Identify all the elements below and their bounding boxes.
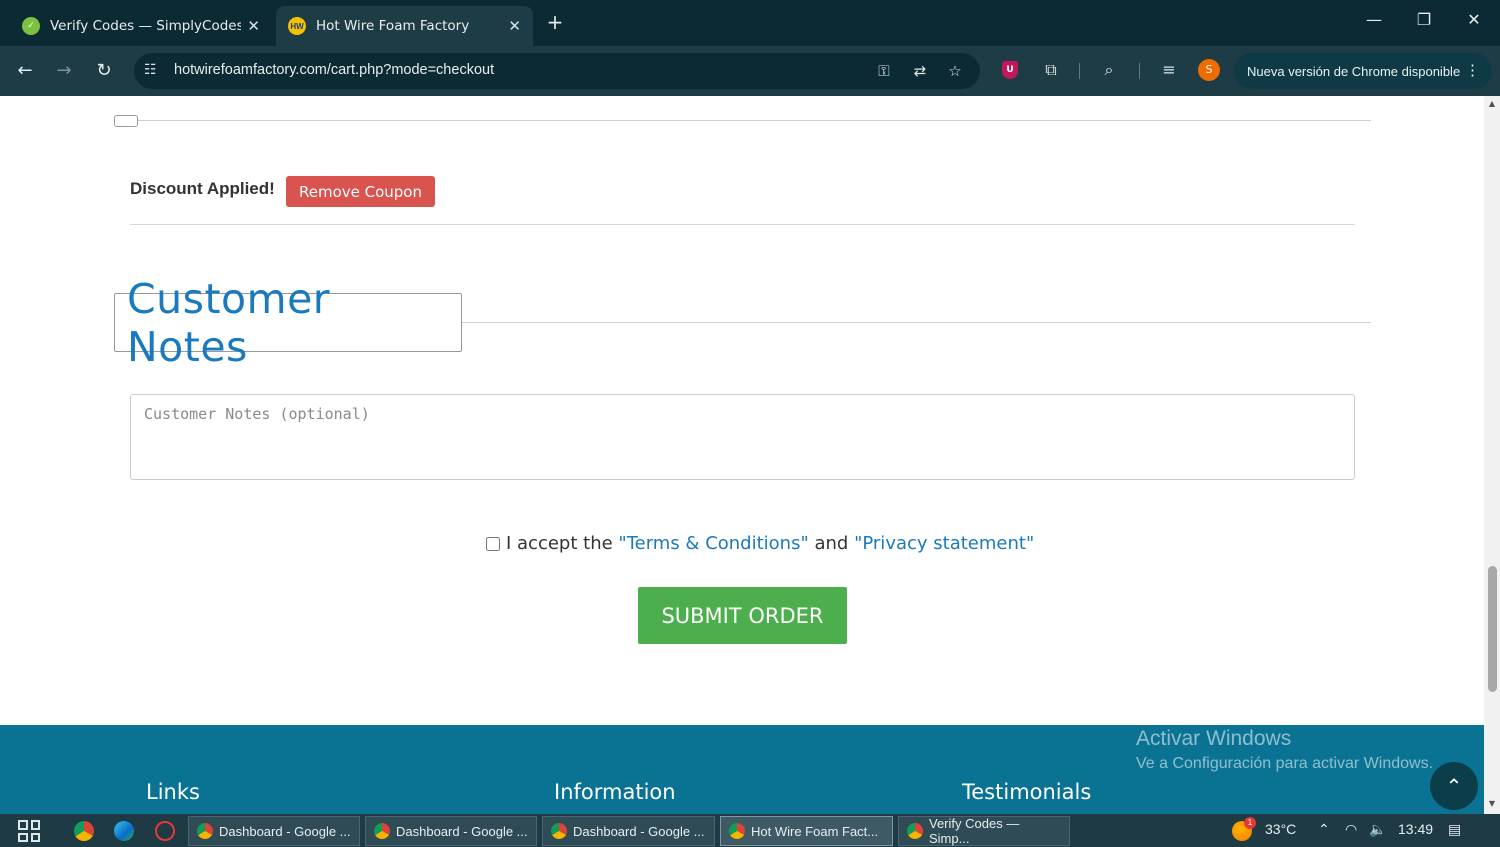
footer-links-heading: Links <box>146 780 200 804</box>
extensions-puzzle-icon[interactable]: ⧉ <box>1040 60 1062 80</box>
close-tab-icon[interactable]: ✕ <box>247 17 260 35</box>
taskbar-app-label: Hot Wire Foam Fact... <box>751 823 879 839</box>
discount-applied-label: Discount Applied! <box>130 179 275 198</box>
forward-arrow-icon[interactable]: → <box>51 58 77 84</box>
address-bar[interactable]: ☷ hotwirefoamfactory.com/cart.php?mode=c… <box>134 53 980 89</box>
toolbar-separator <box>1079 63 1080 79</box>
collapsed-legend-box <box>114 115 138 127</box>
chrome-icon <box>907 823 923 839</box>
close-window-icon[interactable]: ✕ <box>1460 10 1488 29</box>
password-key-icon[interactable]: ⚿ <box>874 62 894 80</box>
discount-divider <box>130 224 1355 225</box>
tab-verify-codes[interactable]: ✓ Verify Codes — SimplyCodes ✕ <box>10 6 272 46</box>
windows-activation-watermark: Activar Windows Ve a Configuración para … <box>1136 727 1433 773</box>
clock-time[interactable]: 13:49 <box>1398 821 1433 837</box>
footer-testimonials-heading: Testimonials <box>962 780 1092 804</box>
profile-avatar[interactable]: S <box>1198 59 1220 81</box>
update-text: Nueva versión de Chrome disponible <box>1247 63 1461 79</box>
taskbar-app-dashboard-1[interactable]: Dashboard - Google ... <box>188 816 360 846</box>
translate-icon[interactable]: ⇄ <box>910 62 930 80</box>
browser-toolbar: ← → ↻ ☷ hotwirefoamfactory.com/cart.php?… <box>0 46 1500 96</box>
back-to-top-chevron-icon[interactable]: ⌃ <box>1430 762 1478 810</box>
watermark-line2: Ve a Configuración para activar Windows. <box>1136 755 1434 772</box>
page-scrollbar[interactable]: ▲ ▼ <box>1484 96 1500 814</box>
wifi-icon[interactable]: ◠ <box>1345 821 1357 838</box>
page-viewport: Discount Applied! Remove Coupon Customer… <box>0 96 1484 814</box>
browser-tab-strip: ✓ Verify Codes — SimplyCodes ✕ HW Hot Wi… <box>0 0 1500 46</box>
taskbar-app-label: Dashboard - Google ... <box>573 823 705 839</box>
recorder-pinned-icon[interactable] <box>155 821 175 841</box>
more-menu-icon[interactable]: ⋮ <box>1465 61 1480 79</box>
chrome-icon <box>551 823 567 839</box>
ublock-shield-icon[interactable]: U <box>1002 61 1018 79</box>
accept-prefix-text: I accept the <box>506 533 613 554</box>
url-text[interactable]: hotwirefoamfactory.com/cart.php?mode=che… <box>174 62 494 78</box>
chrome-icon <box>729 823 745 839</box>
edge-pinned-icon[interactable] <box>114 821 134 841</box>
taskbar-app-label: Verify Codes — Simp... <box>929 816 1020 846</box>
close-tab-icon[interactable]: ✕ <box>508 17 521 35</box>
tab-title: Hot Wire Foam Factory <box>316 18 470 34</box>
tray-chevron-up-icon[interactable]: ⌃ <box>1318 821 1330 838</box>
start-menu-icon[interactable] <box>18 820 40 842</box>
hotwire-favicon-icon: HW <box>288 17 306 35</box>
customer-notes-heading: Customer Notes <box>114 275 462 371</box>
bookmark-star-icon[interactable]: ☆ <box>945 62 965 80</box>
scroll-up-arrow-icon[interactable]: ▲ <box>1487 99 1497 108</box>
tab-hot-wire-foam-factory[interactable]: HW Hot Wire Foam Factory ✕ <box>276 6 533 46</box>
submit-order-button[interactable]: SUBMIT ORDER <box>638 587 847 644</box>
terms-conditions-link[interactable]: "Terms & Conditions" <box>618 533 808 554</box>
scroll-down-arrow-icon[interactable]: ▼ <box>1487 799 1497 808</box>
section-divider <box>138 120 1371 121</box>
privacy-statement-link[interactable]: "Privacy statement" <box>854 533 1034 554</box>
simplycodes-favicon-icon: ✓ <box>22 17 40 35</box>
restore-icon[interactable]: ❐ <box>1410 10 1438 29</box>
taskbar-app-label: Dashboard - Google ... <box>219 823 351 839</box>
chrome-update-button[interactable]: Nueva versión de Chrome disponible ⋮ <box>1234 53 1492 89</box>
terms-acceptance-row: I accept the "Terms & Conditions" and "P… <box>486 533 1034 554</box>
watermark-line1: Activar Windows <box>1136 727 1292 750</box>
customer-notes-divider <box>462 322 1371 323</box>
weather-badge: 1 <box>1244 817 1256 829</box>
accept-terms-checkbox[interactable] <box>486 536 500 551</box>
taskbar-app-dashboard-3[interactable]: Dashboard - Google ... <box>542 816 715 846</box>
footer-information-heading: Information <box>554 780 676 804</box>
new-tab-plus-icon[interactable]: + <box>543 10 567 34</box>
back-arrow-icon[interactable]: ← <box>12 58 38 84</box>
chrome-icon <box>374 823 390 839</box>
minimize-icon[interactable]: — <box>1360 10 1388 29</box>
remove-coupon-button[interactable]: Remove Coupon <box>286 176 435 207</box>
volume-icon[interactable]: 🔈 <box>1369 821 1386 838</box>
tab-search-icon[interactable]: ⌕ <box>1098 60 1120 80</box>
taskbar-app-dashboard-2[interactable]: Dashboard - Google ... <box>365 816 537 846</box>
taskbar-app-label: Dashboard - Google ... <box>396 823 528 839</box>
temperature-text[interactable]: 33°C <box>1265 821 1296 837</box>
tab-title: Verify Codes — SimplyCodes <box>50 18 242 34</box>
notifications-icon[interactable]: ▤ <box>1448 821 1461 838</box>
toolbar-separator <box>1139 63 1140 79</box>
chrome-pinned-icon[interactable] <box>74 821 94 841</box>
taskbar-app-hot-wire[interactable]: Hot Wire Foam Fact... <box>720 816 893 846</box>
reading-list-icon[interactable]: ≡ <box>1158 60 1180 79</box>
taskbar-app-verify-codes[interactable]: Verify Codes — Simp... <box>898 816 1070 846</box>
site-settings-icon[interactable]: ☷ <box>144 62 157 78</box>
chrome-icon <box>197 823 213 839</box>
windows-taskbar: Dashboard - Google ... Dashboard - Googl… <box>0 814 1500 847</box>
reload-icon[interactable]: ↻ <box>91 58 117 84</box>
and-text: and <box>814 533 849 554</box>
customer-notes-textarea[interactable] <box>130 394 1355 480</box>
scrollbar-thumb[interactable] <box>1488 566 1497 692</box>
